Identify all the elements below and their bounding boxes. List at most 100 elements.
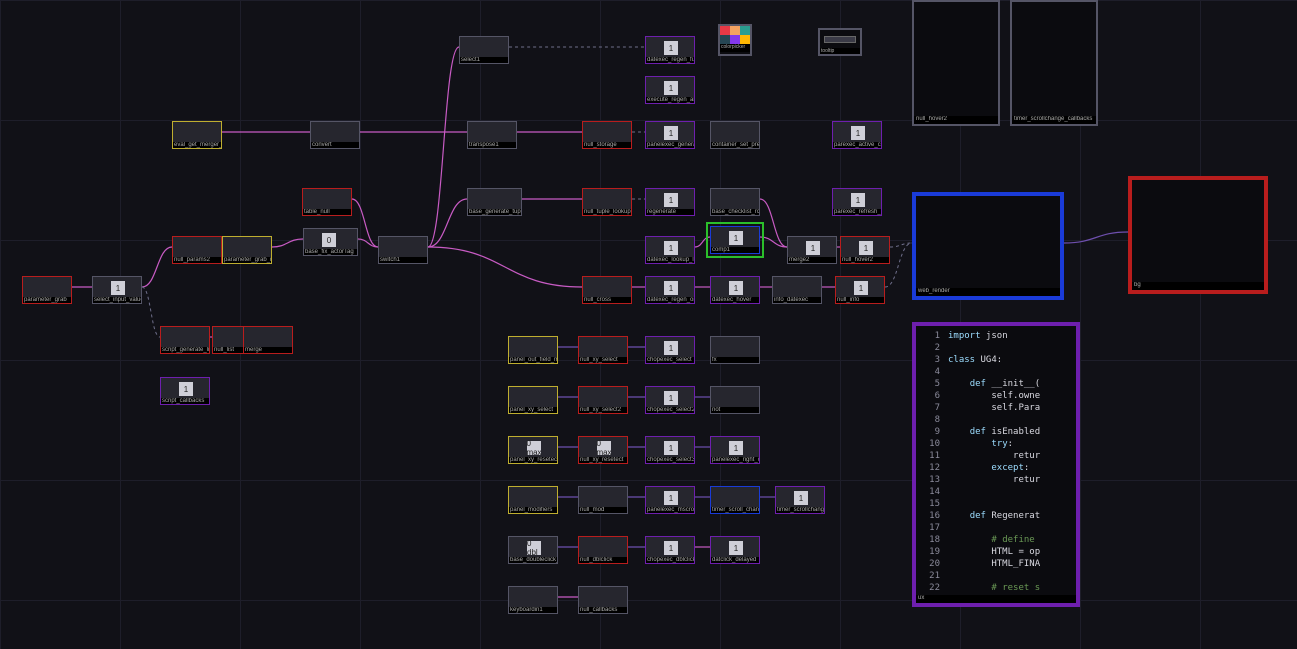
node-chopexec_select[interactable]: 1 chopexec_select [645, 336, 695, 364]
node-chopexec_select3[interactable]: 1 chopexec_select3 [645, 436, 695, 464]
node-panel_xy_select[interactable]: panel_xy_select [508, 386, 558, 414]
node-not1[interactable]: not [710, 386, 760, 414]
node-null_xy_resetect[interactable]: 0 max null_xy_resetect [578, 436, 628, 464]
node-body [468, 189, 521, 209]
node-chopexec_dblclick[interactable]: 1 chopexec_dblclick [645, 536, 695, 564]
node-null_mod[interactable]: null_mod [578, 486, 628, 514]
node-transpose1[interactable]: transpose1 [467, 121, 517, 149]
node-panel_modifiers[interactable]: panel_modifiers [508, 486, 558, 514]
node-keyboardin1[interactable]: keyboardin1 [508, 586, 558, 614]
node-canvas[interactable]: parameter_grab 1 select_input_value eval_… [0, 0, 1297, 649]
node-script_callbacks[interactable]: 1 script_callbacks [160, 377, 210, 405]
node-body: 1 [776, 487, 824, 507]
node-label: datexec_hover [711, 297, 759, 303]
wire [1064, 232, 1128, 243]
node-panelexec_mscroll_change[interactable]: 1 panelexec_mscroll_change [645, 486, 695, 514]
container-foreground-focus[interactable]: null_hover2 [912, 0, 1000, 126]
node-chopexec_select2[interactable]: 1 chopexec_select2 [645, 386, 695, 414]
node-base_doubleclick_detect[interactable]: 0 dbl base_doubleclick_detect [508, 536, 558, 564]
node-badge: 1 [664, 391, 678, 405]
node-null_xy_select[interactable]: null_xy_select [578, 336, 628, 364]
node-select1[interactable]: select1 [459, 36, 509, 64]
node-body: 1 [841, 237, 889, 257]
node-label: regenerate [646, 209, 694, 215]
node-base_checklist_rc_type[interactable]: base_checklist_rc_type [710, 188, 760, 216]
node-base_fix_act_tag[interactable]: 0 base_fix_actorTag [303, 228, 358, 256]
node-datexec_regen_full[interactable]: 1 datexec_regen_full [645, 36, 695, 64]
node-body [379, 237, 427, 257]
panel-label: web_render [916, 288, 1060, 296]
node-container_set_preview[interactable]: container_set_preview [710, 121, 760, 149]
node-script_generate_list[interactable]: script_generate_list_of_bind_names [160, 326, 210, 354]
colorpicker-node[interactable]: colorpicker [718, 24, 752, 56]
node-null_info[interactable]: 1 null_info [835, 276, 885, 304]
node-panel_out_field_mode[interactable]: panel_out_field_mode [508, 336, 558, 364]
container-disable-interaction[interactable]: timer_scrollchange_callbacks [1010, 0, 1098, 126]
node-regenerate[interactable]: 1 regenerate [645, 188, 695, 216]
node-panel_xy_resetect[interactable]: 0 max panel_xy_resetect [508, 436, 558, 464]
node-convert[interactable]: convert [310, 121, 360, 149]
node-null_tuple_lookup[interactable]: null_tuple_lookup [582, 188, 632, 216]
node-null_dblclick[interactable]: null_dblclick [578, 536, 628, 564]
node-execute_regen_all_storage[interactable]: 1 execute_regen_all_storage [645, 76, 695, 104]
node-base_generate_tuple_lookup[interactable]: base_generate_tuple_lookup [467, 188, 522, 216]
node-null_params2[interactable]: null_params2 [172, 236, 222, 264]
panel-label: timer_scrollchange_callbacks [1012, 116, 1096, 124]
node-datexec_lookup_ld[interactable]: 1 datexec_lookup_ld [645, 236, 695, 264]
node-label: select1 [460, 57, 508, 63]
node-eval_get_merger_ops[interactable]: eval_get_merger_ops [172, 121, 222, 149]
node-body: 1 [646, 122, 694, 142]
node-parexec_active_changes[interactable]: 1 parexec_active_changes [832, 121, 882, 149]
node-label: switch1 [379, 257, 427, 263]
node-null_callbacks[interactable]: null_callbacks [578, 586, 628, 614]
node-body: 1 [833, 122, 881, 142]
node-badge: 0 max [597, 441, 611, 455]
node-null_hover2[interactable]: 1 null_hover2 [840, 236, 890, 264]
node-label: keyboardin1 [509, 607, 557, 613]
node-datexec_hover[interactable]: 1 datexec_hover [710, 276, 760, 304]
node-body: 1 [711, 437, 759, 457]
node-info_datexec[interactable]: info_datexec [772, 276, 822, 304]
node-badge: 1 [664, 541, 678, 555]
node-null_xy_select2[interactable]: null_xy_select2 [578, 386, 628, 414]
node-panelexec_right_click[interactable]: 1 panelexec_right_click [710, 436, 760, 464]
panel-bg[interactable]: bg [1128, 176, 1268, 294]
node-null_storage[interactable]: null_storage [582, 121, 632, 149]
node-select_input_value[interactable]: 1 select_input_value [92, 276, 142, 304]
node-label: timer_scrollchange_callbacks [776, 507, 824, 513]
node-parexec_refresh_reload[interactable]: 1 parexec_refresh_reload [832, 188, 882, 216]
node-datclick_delayed[interactable]: 1 datclick_delayed [710, 536, 760, 564]
node-badge: 1 [859, 241, 873, 255]
node-datexec_regen_on_op[interactable]: 1 datexec_regen_on_op [645, 276, 695, 304]
node-merge_list[interactable]: merge [243, 326, 293, 354]
node-badge: 1 [664, 41, 678, 55]
node-switch1[interactable]: switch1 [378, 236, 428, 264]
tooltip-node[interactable]: tooltip [818, 28, 862, 56]
node-merge2[interactable]: 1 merge2 [787, 236, 837, 264]
node-fx[interactable]: fx [710, 336, 760, 364]
panel-code-editor[interactable]: 1import json 2 3class UG4: 4 5 def __ini… [912, 322, 1080, 607]
node-table_null[interactable]: table_null [302, 188, 352, 216]
node-body [303, 189, 351, 209]
node-timer_scroll_change[interactable]: timer_scroll_change [710, 486, 760, 514]
node-panelexec_general_ld[interactable]: 1 panelexec_general_ld [645, 121, 695, 149]
node-badge: 1 [664, 241, 678, 255]
node-badge: 1 [664, 126, 678, 140]
node-null_cross[interactable]: null_cross [582, 276, 632, 304]
wire [760, 199, 787, 247]
node-comp1[interactable]: 1 comp1 [710, 226, 760, 254]
node-body: 1 [711, 277, 759, 297]
node-parameter_grab[interactable]: parameter_grab [22, 276, 72, 304]
node-timer_scrollchange_cb[interactable]: 1 timer_scrollchange_callbacks [775, 486, 825, 514]
node-label: timer_scroll_change [711, 507, 759, 513]
node-parameter_grab_rox[interactable]: parameter_grab_rox [222, 236, 272, 264]
node-label: convert [311, 142, 359, 148]
node-label: colorpicker [720, 44, 750, 52]
node-label: base_checklist_rc_type [711, 209, 759, 215]
node-badge: 1 [729, 541, 743, 555]
node-label: tooltip [820, 48, 860, 54]
node-body [773, 277, 821, 297]
panel-web-render[interactable]: web_render [912, 192, 1064, 300]
node-label: chopexec_select2 [646, 407, 694, 413]
node-label: null_info [836, 297, 884, 303]
